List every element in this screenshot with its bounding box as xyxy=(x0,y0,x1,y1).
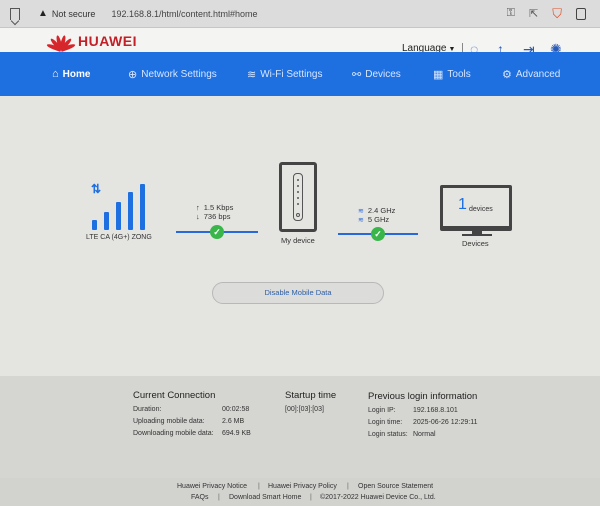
devices-label: Devices xyxy=(462,239,489,248)
login-time-value: 2025-06-26 12:29:11 xyxy=(413,419,478,426)
download-data-value: 694.9 KB xyxy=(222,430,251,437)
my-device-label: My device xyxy=(281,236,315,245)
home-icon: ⌂ xyxy=(52,68,59,80)
router-icon[interactable] xyxy=(279,162,317,232)
upload-rate: ↑ 1.5 Kbps xyxy=(196,203,233,212)
gear-icon: ⚙ xyxy=(502,69,512,81)
footer-divider: | xyxy=(258,483,260,490)
footer-divider: | xyxy=(218,494,220,501)
wifi-band-24: ≋ 2.4 GHz xyxy=(358,206,395,215)
brand-name: HUAWEI xyxy=(78,33,137,49)
login-status-value: Normal xyxy=(413,431,436,438)
startup-time-value: [00]:[03]:[03] xyxy=(285,406,324,413)
duration-label: Duration: xyxy=(133,406,162,413)
wifi-icon: ≋ xyxy=(358,208,364,215)
login-ip-label: Login IP: xyxy=(368,407,396,414)
nav-label: Devices xyxy=(365,69,401,80)
main-navigation: ⌂ Home ⊕ Network Settings ≋ Wi-Fi Settin… xyxy=(0,52,600,96)
huawei-logo: HUAWEI xyxy=(46,32,137,52)
footer-divider: | xyxy=(310,494,312,501)
huawei-flower-icon xyxy=(46,32,76,52)
tools-icon: ▦ xyxy=(433,69,444,81)
router-led-panel xyxy=(293,173,303,221)
wifi-icon: ≋ xyxy=(358,217,364,224)
nav-advanced[interactable]: ⚙ Advanced xyxy=(502,68,560,81)
previous-login-title: Previous login information xyxy=(368,391,478,402)
monitor-base xyxy=(462,234,492,236)
nav-tools[interactable]: ▦ Tools xyxy=(433,68,471,81)
nav-label: Home xyxy=(62,68,91,80)
signal-bar xyxy=(140,184,145,230)
download-rate: ↓ 736 bps xyxy=(196,212,230,221)
extension-icon[interactable] xyxy=(576,7,586,20)
nav-wifi-settings[interactable]: ≋ Wi-Fi Settings xyxy=(247,68,322,81)
login-status-label: Login status: xyxy=(368,431,408,438)
connected-check-icon: ✓ xyxy=(371,227,385,241)
privacy-notice-link[interactable]: Huawei Privacy Notice xyxy=(177,483,247,490)
download-data-label: Downloading mobile data: xyxy=(133,430,214,437)
signal-strength-icon[interactable] xyxy=(92,184,152,230)
devices-icon: ⚯ xyxy=(352,69,362,81)
wifi-band-5: ≋ 5 GHz xyxy=(358,215,389,224)
nav-devices[interactable]: ⚯ Devices xyxy=(352,68,401,81)
download-arrow-icon: ↓ xyxy=(196,212,200,221)
band-label: 2.4 GHz xyxy=(367,206,396,215)
download-smart-home-link[interactable]: Download Smart Home xyxy=(229,494,301,501)
band-label: 5 GHz xyxy=(367,215,390,224)
warning-icon[interactable]: ▲ xyxy=(38,8,48,19)
upload-data-label: Uploading mobile data: xyxy=(133,418,205,425)
open-source-link[interactable]: Open Source Statement xyxy=(358,483,433,490)
connected-check-icon: ✓ xyxy=(210,225,224,239)
footer-divider: | xyxy=(347,483,349,490)
wifi-icon: ≋ xyxy=(247,69,257,81)
connection-info-section: Current Connection Duration: 00:02:58 Up… xyxy=(0,376,600,478)
page-footer: Huawei Privacy Notice | Huawei Privacy P… xyxy=(0,478,600,506)
current-connection-title: Current Connection xyxy=(133,390,216,401)
devices-unit: devices xyxy=(469,206,493,213)
device-count: 1 xyxy=(458,196,467,213)
startup-time-title: Startup time xyxy=(285,390,337,401)
upload-rate-value: 1.5 Kbps xyxy=(203,203,234,212)
router-button-icon xyxy=(296,213,300,217)
bookmark-icon[interactable] xyxy=(10,7,20,20)
globe-icon: ⊕ xyxy=(128,69,138,81)
nav-label: Tools xyxy=(447,69,471,80)
nav-label: Advanced xyxy=(515,69,561,80)
nav-label: Network Settings xyxy=(141,69,217,80)
duration-value: 00:02:58 xyxy=(222,406,250,413)
url-field[interactable]: 192.168.8.1/html/content.html#home xyxy=(111,9,257,19)
nav-network-settings[interactable]: ⊕ Network Settings xyxy=(128,68,217,81)
nav-home[interactable]: ⌂ Home xyxy=(52,68,90,80)
login-ip-value: 192.168.8.101 xyxy=(413,407,458,414)
brave-shield-icon[interactable]: ⛉ xyxy=(552,6,562,22)
download-rate-value: 736 bps xyxy=(203,212,231,221)
nav-label: Wi-Fi Settings xyxy=(260,69,323,80)
login-time-label: Login time: xyxy=(368,419,403,426)
faqs-link[interactable]: FAQs xyxy=(191,494,209,501)
share-icon[interactable]: ⇱ xyxy=(529,7,538,20)
disable-mobile-data-button[interactable]: Disable Mobile Data xyxy=(212,282,384,304)
signal-bar xyxy=(116,202,121,230)
upload-data-value: 2.6 MB xyxy=(222,418,245,425)
privacy-policy-link[interactable]: Huawei Privacy Policy xyxy=(268,483,337,490)
signal-bar xyxy=(104,212,109,230)
upload-arrow-icon: ↑ xyxy=(196,203,200,212)
signal-bar xyxy=(92,220,97,230)
copyright-text: ©2017-2022 Huawei Device Co., Ltd. xyxy=(320,494,436,501)
browser-address-bar: ▲ Not secure 192.168.8.1/html/content.ht… xyxy=(0,0,600,28)
security-status[interactable]: Not secure xyxy=(52,9,96,19)
network-type-label: LTE CA (4G+) ZONG xyxy=(86,234,152,241)
signal-bar xyxy=(128,192,133,230)
key-icon[interactable]: ⚿ xyxy=(507,7,515,20)
